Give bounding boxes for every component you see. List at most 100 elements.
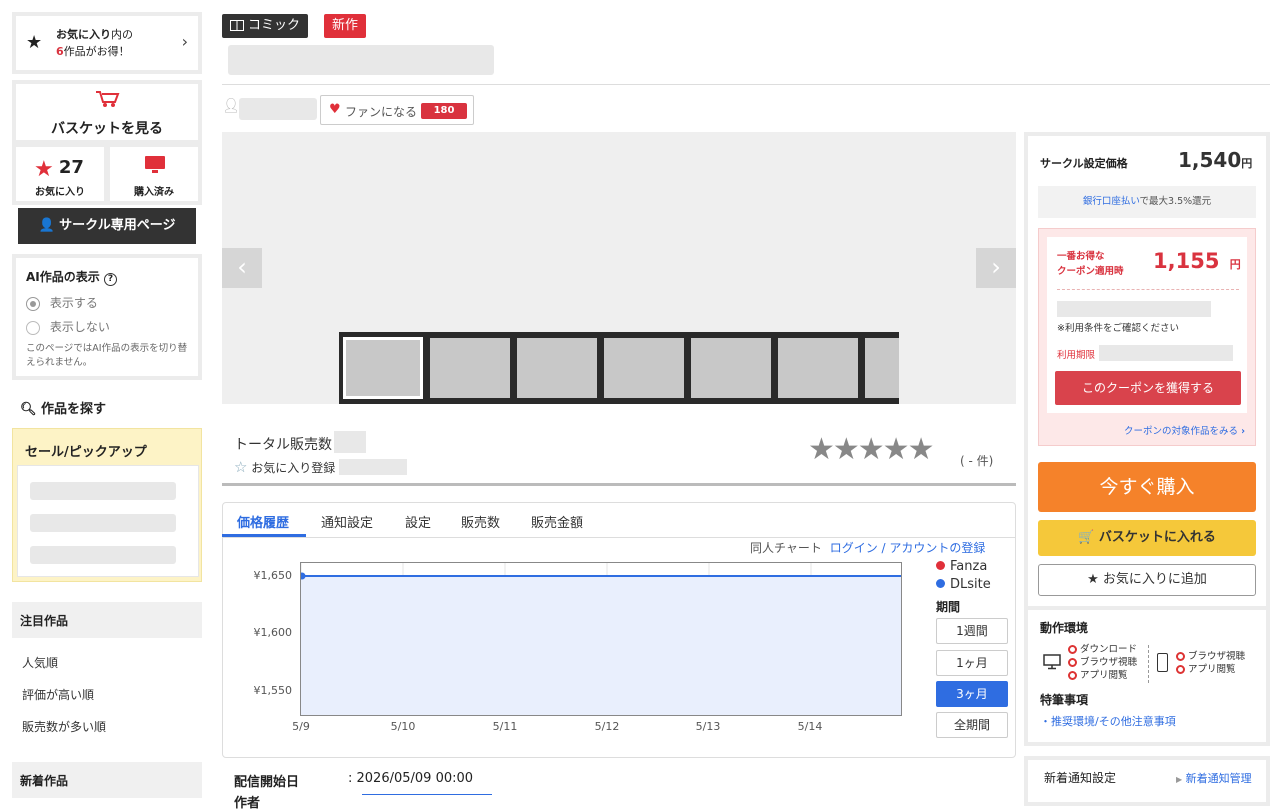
period-all-button[interactable]: 全期間 bbox=[936, 712, 1008, 738]
x-tick-label: 5/11 bbox=[492, 720, 518, 733]
thumbnail-selected[interactable] bbox=[343, 337, 423, 399]
legend-fanza: Fanza bbox=[936, 558, 991, 576]
fav-promo-prefix: お気に入り bbox=[56, 28, 111, 41]
gallery-next-button[interactable]: › bbox=[976, 248, 1016, 288]
period-1week-button[interactable]: 1週間 bbox=[936, 618, 1008, 644]
fan-button[interactable]: ♥ ファンになる 180 bbox=[320, 95, 474, 125]
fan-label: ファンになる bbox=[345, 105, 418, 119]
tab-sales-amount[interactable]: 販売金額 bbox=[531, 512, 583, 531]
ai-show-label: 表示する bbox=[49, 296, 98, 310]
featured-item-rating[interactable]: 評価が高い順 bbox=[22, 686, 94, 703]
fav-promo-count: 6 bbox=[56, 45, 64, 58]
ai-title: AI作品の表示 bbox=[26, 270, 100, 284]
star-icon: ★ bbox=[1087, 572, 1099, 587]
y-tick-label: ¥1,650 bbox=[253, 569, 293, 582]
cart-plus-icon: 🛒 bbox=[1078, 530, 1095, 545]
rating-stars: ★★★★★ bbox=[808, 432, 934, 467]
coupon-yen: 円 bbox=[1229, 258, 1241, 271]
price-chart bbox=[300, 562, 902, 716]
fav-reg-placeholder bbox=[339, 459, 407, 475]
env-pc-browser: ブラウザ視聴 bbox=[1068, 656, 1137, 669]
notes-title: 特筆事項 bbox=[1040, 693, 1089, 707]
login-link[interactable]: ログイン / アカウントの登録 bbox=[830, 541, 986, 555]
legend-dot-red bbox=[936, 561, 945, 570]
thumbnail[interactable] bbox=[865, 338, 899, 398]
tab-settings[interactable]: 設定 bbox=[405, 512, 431, 531]
env-sp-browser-label: ブラウザ視聴 bbox=[1188, 651, 1246, 662]
x-tick-label: 5/14 bbox=[797, 720, 823, 733]
coupon-target-link[interactable]: クーポンの対象作品をみる bbox=[1124, 426, 1238, 437]
add-fav-label: お気に入りに追加 bbox=[1102, 572, 1207, 587]
get-coupon-button[interactable]: このクーポンを獲得する bbox=[1055, 371, 1241, 405]
coupon-expiry-label: 利用期限 bbox=[1057, 350, 1096, 361]
circle-page-button[interactable]: 👤 サークル専用ページ bbox=[18, 208, 196, 244]
sale-item-placeholder[interactable] bbox=[30, 514, 176, 532]
help-icon[interactable]: ? bbox=[103, 273, 117, 286]
x-tick-label: 5/12 bbox=[594, 720, 620, 733]
release-label: 配信開始日 bbox=[234, 775, 300, 790]
basket-button[interactable]: バスケットを見る bbox=[12, 80, 202, 144]
thumbnail[interactable] bbox=[691, 338, 771, 398]
coupon-expiry-placeholder bbox=[1099, 345, 1233, 361]
add-basket-button[interactable]: 🛒 バスケットに入れる bbox=[1038, 520, 1256, 556]
title-placeholder bbox=[228, 45, 494, 75]
period-1month-button[interactable]: 1ヶ月 bbox=[936, 650, 1008, 676]
new-title: 新着作品 bbox=[12, 762, 202, 798]
yen-unit: 円 bbox=[1241, 157, 1253, 170]
chevron-right-icon: › bbox=[181, 32, 188, 51]
star-icon: ★ bbox=[26, 32, 43, 53]
bank-link[interactable]: 銀行口座払い bbox=[1083, 196, 1140, 207]
divider bbox=[222, 84, 1270, 85]
env-title: 動作環境 bbox=[1040, 621, 1089, 635]
featured-item-popular[interactable]: 人気順 bbox=[22, 654, 58, 671]
env-sp-app-label: アプリ閲覧 bbox=[1188, 664, 1236, 675]
monitor-icon bbox=[144, 155, 166, 179]
user-icon: 👤︎ bbox=[222, 98, 240, 114]
new-badge: 新作 bbox=[324, 14, 367, 38]
legend-dot-blue bbox=[936, 579, 945, 588]
fav-count: 27 bbox=[58, 157, 84, 178]
coupon-price: 1,155 bbox=[1153, 249, 1220, 273]
add-fav-button[interactable]: ★ お気に入りに追加 bbox=[1038, 564, 1256, 596]
fav-label: お気に入り bbox=[35, 187, 85, 198]
buy-now-button[interactable]: 今すぐ購入 bbox=[1038, 462, 1256, 512]
rating-count: ( - 件) bbox=[960, 454, 994, 468]
thumbnail[interactable] bbox=[517, 338, 597, 398]
image-gallery[interactable]: ‹ › bbox=[222, 132, 1016, 404]
fav-count-button[interactable]: ★ 27 お気に入り bbox=[12, 143, 108, 205]
thumbnail[interactable] bbox=[778, 338, 858, 398]
thumbnail[interactable] bbox=[604, 338, 684, 398]
thumbnail[interactable] bbox=[430, 338, 510, 398]
search-heading[interactable]: 🔍︎ 作品を探す bbox=[20, 398, 106, 417]
coupon-label-1: 一番お得な bbox=[1057, 251, 1105, 262]
ai-hide-label: 表示しない bbox=[49, 320, 110, 334]
coupon-label-2: クーポン適用時 bbox=[1057, 266, 1124, 277]
site-label: 同人チャート bbox=[750, 541, 822, 555]
category-badge: コミック bbox=[222, 14, 309, 38]
purchased-button[interactable]: 購入済み bbox=[106, 143, 202, 205]
coupon-box: 一番お得な クーポン適用時 1,155 円 ※利用条件をご確認ください 利用期限… bbox=[1038, 228, 1256, 446]
notes-link[interactable]: ・推奨環境/その他注意事項 bbox=[1040, 713, 1176, 729]
x-tick-label: 5/9 bbox=[292, 720, 310, 733]
y-tick-label: ¥1,550 bbox=[253, 684, 293, 697]
tab-sales-count[interactable]: 販売数 bbox=[461, 512, 500, 531]
thumbnail-strip bbox=[339, 332, 899, 404]
total-sales-label: トータル販売数 bbox=[234, 437, 332, 453]
sale-item-placeholder[interactable] bbox=[30, 482, 176, 500]
tab-notify[interactable]: 通知設定 bbox=[321, 512, 373, 531]
tabs-divider bbox=[222, 537, 1016, 538]
fav-promo-box[interactable]: ★ お気に入り内の 6作品がお得！ › bbox=[12, 12, 202, 74]
author-placeholder[interactable] bbox=[239, 98, 317, 120]
featured-item-sales[interactable]: 販売数が多い順 bbox=[22, 718, 106, 735]
sale-item-placeholder[interactable] bbox=[30, 546, 176, 564]
tab-price-history[interactable]: 価格履歴 bbox=[237, 512, 289, 531]
ai-show-radio[interactable]: 表示する bbox=[26, 294, 98, 311]
coupon-terms: ※利用条件をご確認ください bbox=[1057, 323, 1179, 334]
ai-hide-radio[interactable]: 表示しない bbox=[26, 318, 110, 335]
author-link-placeholder[interactable] bbox=[362, 794, 492, 802]
gallery-prev-button[interactable]: ‹ bbox=[222, 248, 262, 288]
add-basket-label: バスケットに入れる bbox=[1098, 530, 1216, 545]
notify-link[interactable]: 新着通知管理 bbox=[1186, 772, 1252, 785]
period-3months-button[interactable]: 3ヶ月 bbox=[936, 681, 1008, 707]
category-label: コミック bbox=[248, 18, 301, 33]
